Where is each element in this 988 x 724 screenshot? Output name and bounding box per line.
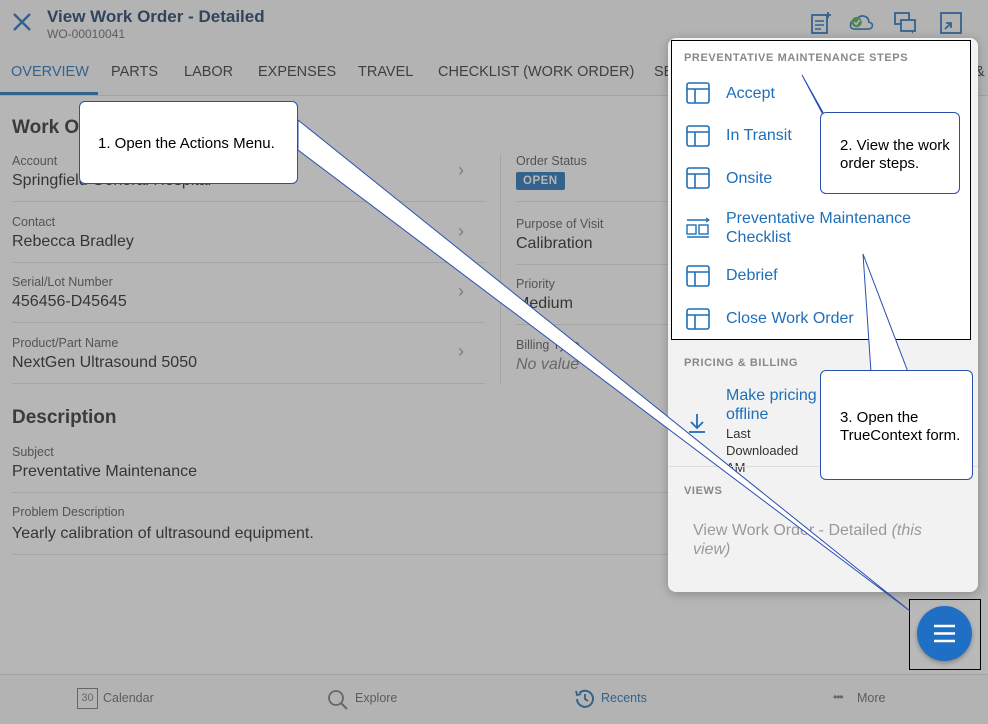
checklist-icon xyxy=(686,217,710,238)
table-icon xyxy=(686,125,710,147)
pricing-offline-label: Make pricing offline xyxy=(726,387,817,423)
step-label: Close Work Order xyxy=(726,310,854,327)
step-label: Accept xyxy=(726,85,775,102)
current-view-label: View Work Order - Detailed xyxy=(693,522,888,539)
step-label: Debrief xyxy=(726,267,778,284)
table-icon xyxy=(686,308,710,330)
step-accept[interactable]: Accept xyxy=(686,74,966,112)
callout-step-3: 3. Open the TrueContext form. xyxy=(820,370,973,480)
table-icon xyxy=(686,265,710,287)
step-debrief[interactable]: Debrief xyxy=(686,257,966,295)
step-preventative-maintenance-checklist[interactable]: Preventative Maintenance Checklist xyxy=(686,206,966,250)
step-label: Preventative Maintenance Checklist xyxy=(726,210,911,246)
pricing-heading: PRICING & BILLING xyxy=(684,357,799,369)
step-close-work-order[interactable]: Close Work Order xyxy=(686,300,966,338)
current-view-item: View Work Order - Detailed (this view) xyxy=(693,521,963,559)
callout-step-1: 1. Open the Actions Menu. xyxy=(79,101,298,184)
table-icon xyxy=(686,82,710,104)
steps-heading: PREVENTATIVE MAINTENANCE STEPS xyxy=(684,52,909,64)
last-downloaded-text: Last Downloaded AM xyxy=(726,426,799,475)
step-label: In Transit xyxy=(726,127,792,144)
callout-step-2: 2. View the work order steps. xyxy=(820,112,960,194)
table-icon xyxy=(686,167,710,189)
menu-icon xyxy=(934,624,955,643)
actions-menu-button[interactable] xyxy=(917,606,972,661)
download-icon xyxy=(689,414,705,433)
views-heading: VIEWS xyxy=(684,485,723,497)
step-label: Onsite xyxy=(726,170,773,187)
